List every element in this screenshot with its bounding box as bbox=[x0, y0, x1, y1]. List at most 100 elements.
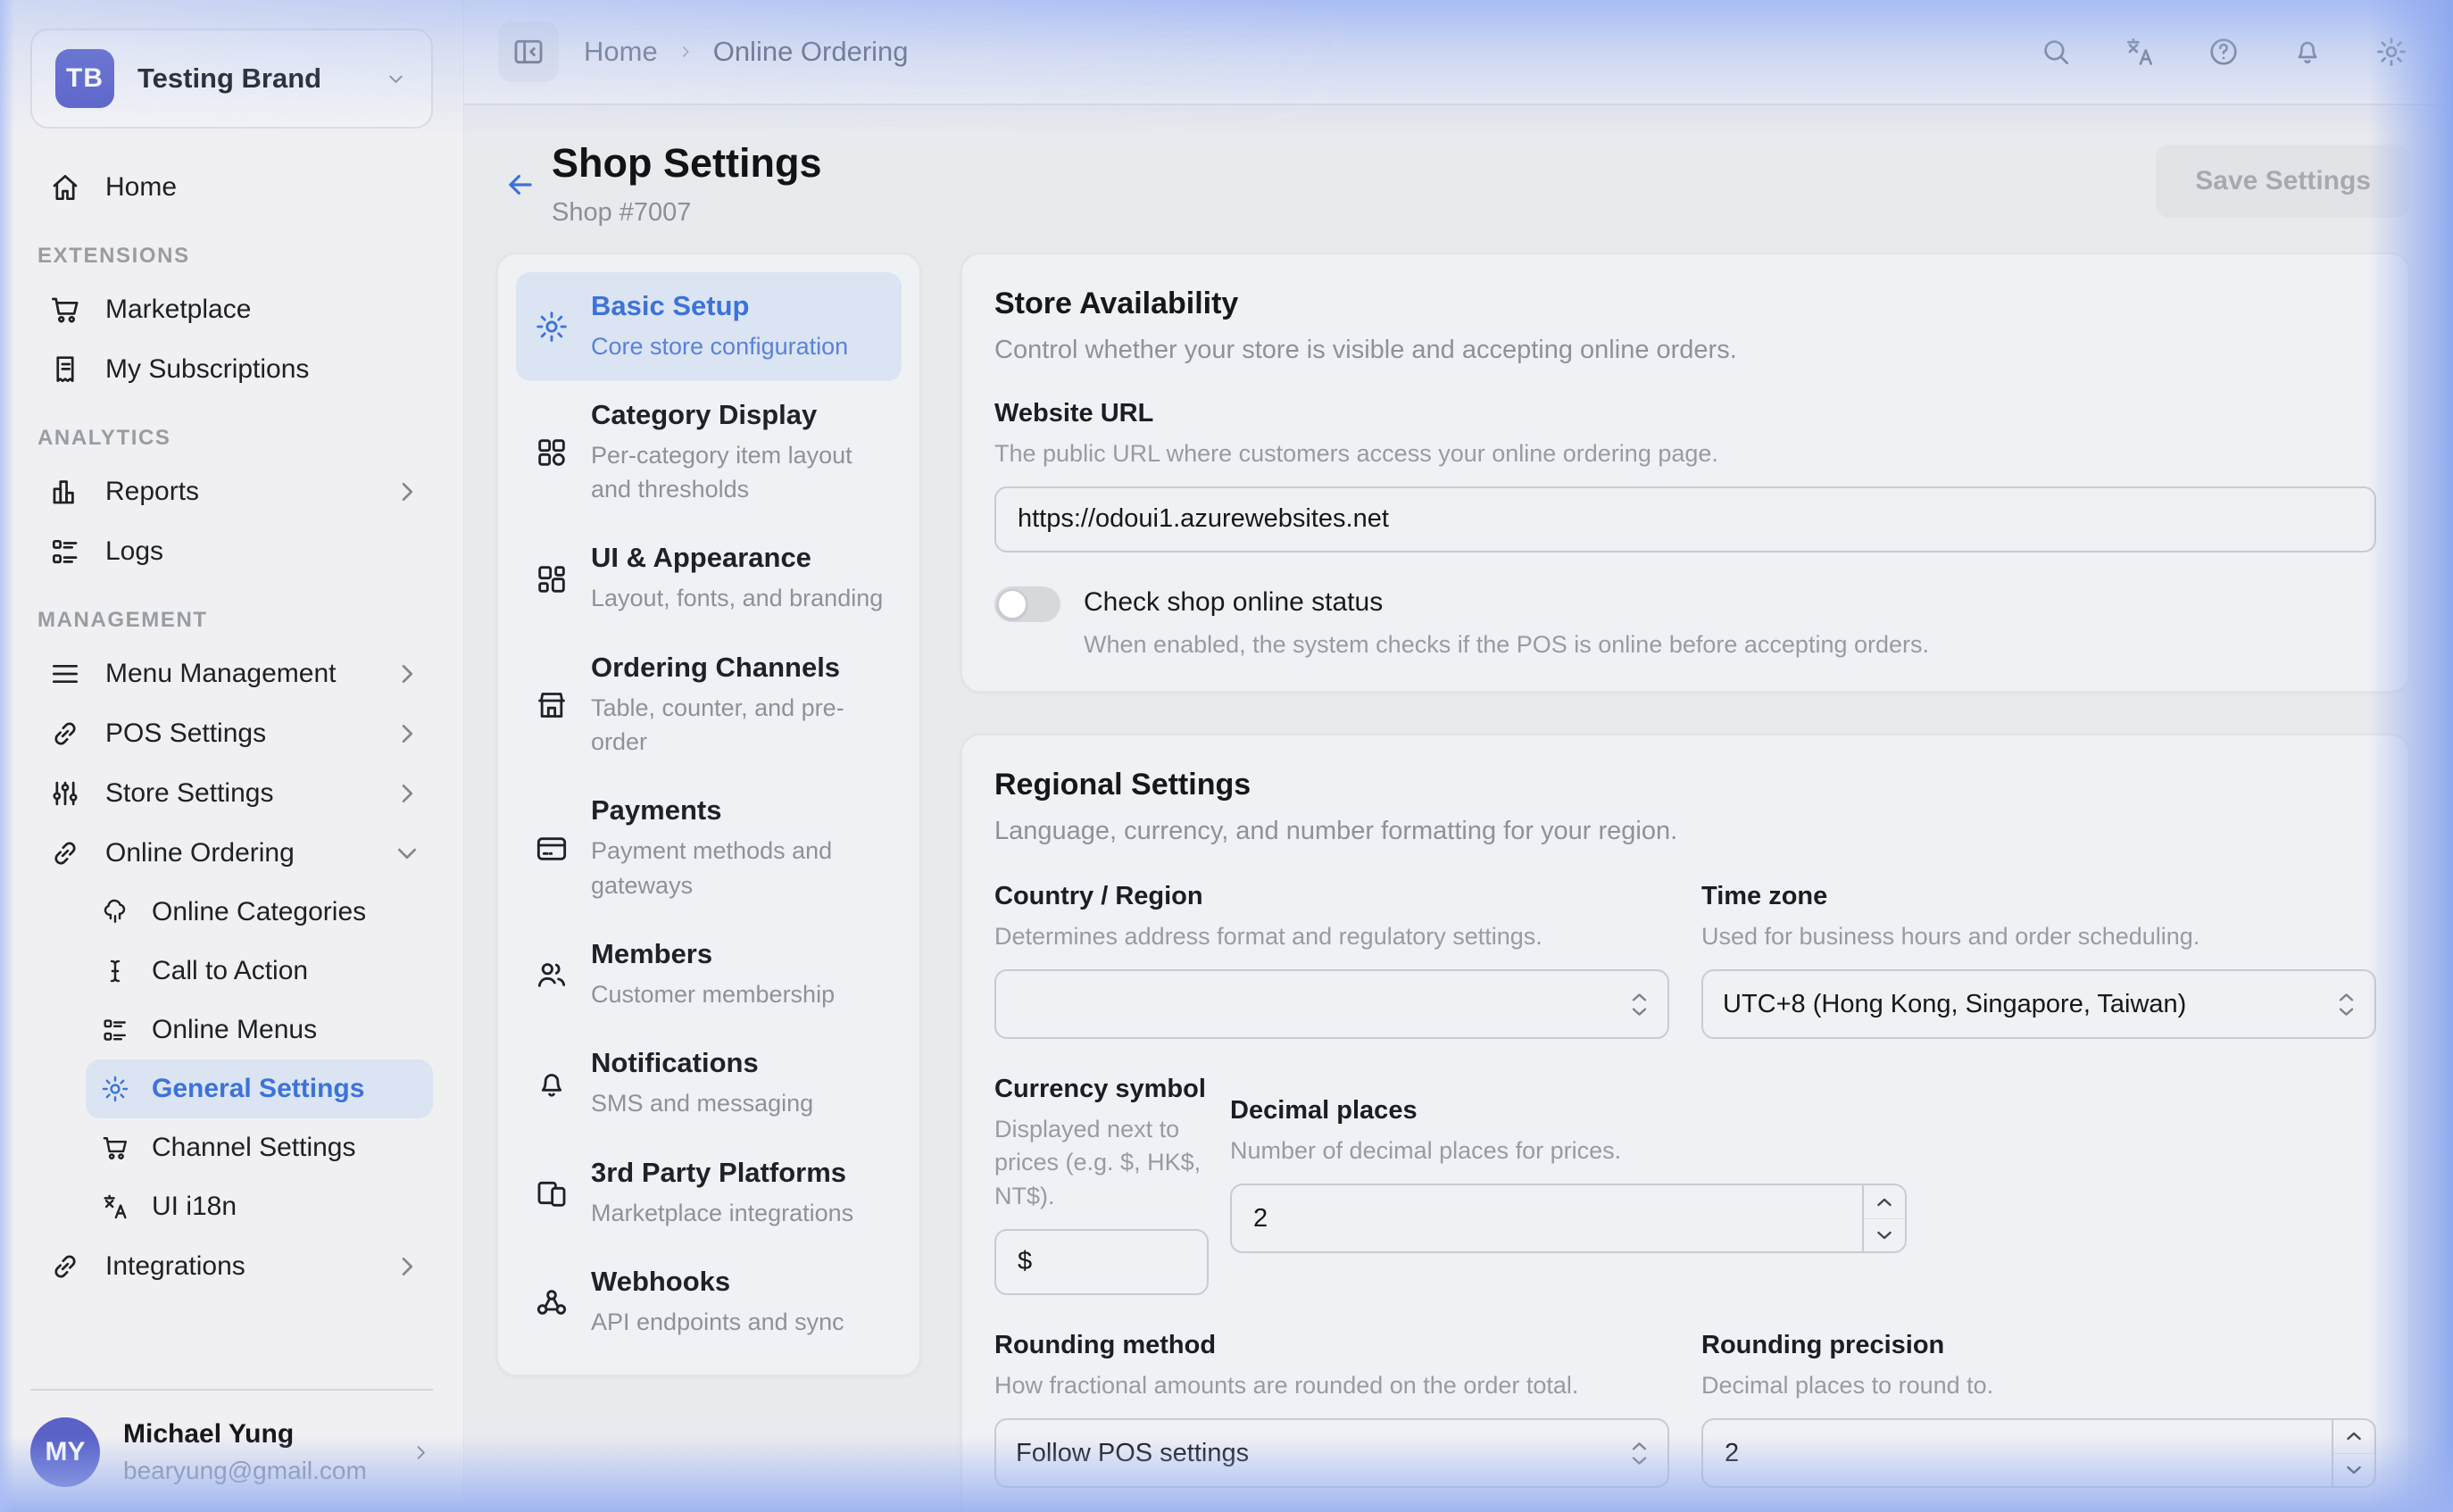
section-analytics: ANALYTICS bbox=[30, 426, 433, 451]
settings-tab-desc: SMS and messaging bbox=[591, 1086, 813, 1120]
number-spinner bbox=[1862, 1185, 1905, 1251]
country-timezone-row: Country / Region Determines address form… bbox=[994, 882, 2376, 1039]
text-cursor-icon bbox=[100, 956, 130, 986]
sidebar-subitem-online-menus[interactable]: Online Menus bbox=[86, 1001, 433, 1059]
spinner-down-button[interactable] bbox=[1864, 1218, 1905, 1252]
settings-tab-3rd-party-platforms[interactable]: 3rd Party Platforms Marketplace integrat… bbox=[516, 1139, 902, 1248]
online-status-toggle[interactable] bbox=[994, 586, 1060, 622]
brand-avatar: TB bbox=[55, 49, 114, 108]
sidebar-item-integrations[interactable]: Integrations bbox=[30, 1236, 433, 1296]
home-icon bbox=[48, 170, 82, 204]
spinner-up-button[interactable] bbox=[1864, 1185, 1905, 1218]
settings-tab-webhooks[interactable]: Webhooks API endpoints and sync bbox=[516, 1248, 902, 1357]
rounding-precision-input[interactable]: 2 bbox=[1701, 1418, 2376, 1488]
settings-tab-title: Members bbox=[591, 938, 835, 970]
settings-tab-category-display[interactable]: Category Display Per-category item layou… bbox=[516, 381, 902, 525]
bell-icon[interactable] bbox=[2291, 35, 2324, 69]
sidebar-collapse-button[interactable] bbox=[498, 21, 559, 82]
card-description: Language, currency, and number formattin… bbox=[994, 817, 2376, 846]
bar-chart-icon bbox=[48, 475, 82, 509]
timezone-select[interactable]: UTC+8 (Hong Kong, Singapore, Taiwan) bbox=[1701, 969, 2376, 1039]
currency-symbol-input[interactable] bbox=[994, 1229, 1209, 1295]
rounding-method-select[interactable]: Follow POS settings bbox=[994, 1418, 1669, 1488]
sidebar-item-my-subscriptions[interactable]: My Subscriptions bbox=[30, 339, 433, 399]
settings-tab-desc: Customer membership bbox=[591, 977, 835, 1011]
settings-tab-title: Basic Setup bbox=[591, 290, 848, 322]
settings-tab-title: Notifications bbox=[591, 1047, 813, 1079]
settings-tab-desc: Table, counter, and pre-order bbox=[591, 691, 884, 760]
settings-tab-payments[interactable]: Payments Payment methods and gateways bbox=[516, 777, 902, 920]
sidebar-item-label: Integrations bbox=[105, 1251, 367, 1282]
content: Shop Settings Shop #7007 Save Settings B… bbox=[464, 105, 2453, 1512]
field-helper: Number of decimal places for prices. bbox=[1230, 1134, 1907, 1167]
card-description: Control whether your store is visible an… bbox=[994, 336, 2376, 365]
gear-icon[interactable] bbox=[2374, 35, 2408, 69]
search-icon[interactable] bbox=[2039, 35, 2073, 69]
currency-decimal-row: Currency symbol Displayed next to prices… bbox=[994, 1075, 2376, 1295]
users-icon bbox=[534, 957, 570, 993]
sidebar-item-pos-settings[interactable]: POS Settings bbox=[30, 703, 433, 763]
settings-tab-ui-appearance[interactable]: UI & Appearance Layout, fonts, and brand… bbox=[516, 524, 902, 633]
rounding-method-field: Rounding method How fractional amounts a… bbox=[994, 1331, 1669, 1488]
breadcrumb-current: Online Ordering bbox=[713, 36, 909, 68]
save-settings-button[interactable]: Save Settings bbox=[2156, 145, 2410, 218]
settings-tab-title: Webhooks bbox=[591, 1266, 844, 1298]
sidebar-subitem-label: Online Menus bbox=[152, 1015, 317, 1045]
settings-tab-members[interactable]: Members Customer membership bbox=[516, 920, 902, 1029]
field-helper: Determines address format and regulatory… bbox=[994, 920, 1669, 953]
spinner-down-button[interactable] bbox=[2333, 1453, 2374, 1487]
sidebar-item-logs[interactable]: Logs bbox=[30, 521, 433, 581]
avatar: MY bbox=[30, 1417, 100, 1487]
timezone-field: Time zone Used for business hours and or… bbox=[1701, 882, 2376, 1039]
spinner-up-button[interactable] bbox=[2333, 1420, 2374, 1453]
sidebar-item-menu-management[interactable]: Menu Management bbox=[30, 644, 433, 703]
settings-tab-desc: Per-category item layout and thresholds bbox=[591, 438, 884, 507]
breadcrumb: Home Online Ordering bbox=[584, 36, 909, 68]
brand-switcher[interactable]: TB Testing Brand bbox=[30, 29, 433, 129]
settings-tab-desc: API endpoints and sync bbox=[591, 1305, 844, 1339]
link-icon bbox=[48, 836, 82, 870]
settings-tab-title: UI & Appearance bbox=[591, 542, 883, 574]
credit-card-icon bbox=[534, 831, 570, 867]
sidebar-item-label: Home bbox=[105, 172, 424, 203]
settings-tab-basic-setup[interactable]: Basic Setup Core store configuration bbox=[516, 272, 902, 381]
sidebar-subitem-general-settings[interactable]: General Settings bbox=[86, 1059, 433, 1118]
sidebar-item-marketplace[interactable]: Marketplace bbox=[30, 279, 433, 339]
sidebar-subitem-channel-settings[interactable]: Channel Settings bbox=[86, 1118, 433, 1177]
card-title: Regional Settings bbox=[994, 768, 2376, 802]
settings-tab-notifications[interactable]: Notifications SMS and messaging bbox=[516, 1029, 902, 1138]
grid-icon bbox=[534, 435, 570, 470]
country-select[interactable] bbox=[994, 969, 1669, 1039]
help-icon[interactable] bbox=[2207, 35, 2241, 69]
user-menu[interactable]: MY Michael Yung bearyung@gmail.com bbox=[30, 1417, 433, 1487]
layout-grid-icon bbox=[534, 561, 570, 597]
field-helper: Used for business hours and order schedu… bbox=[1701, 920, 2376, 953]
translate-icon bbox=[100, 1192, 130, 1222]
chevron-down-icon bbox=[390, 836, 424, 870]
sidebar-subitem-call-to-action[interactable]: Call to Action bbox=[86, 942, 433, 1001]
chevron-down-icon bbox=[384, 67, 408, 91]
settings-tab-ordering-channels[interactable]: Ordering Channels Table, counter, and pr… bbox=[516, 634, 902, 777]
field-label: Rounding precision bbox=[1701, 1331, 2376, 1360]
sidebar-footer: MY Michael Yung bearyung@gmail.com bbox=[0, 1389, 463, 1512]
decimal-places-input[interactable]: 2 bbox=[1230, 1184, 1907, 1253]
translate-icon[interactable] bbox=[2123, 35, 2157, 69]
sidebar-item-online-ordering[interactable]: Online Ordering bbox=[30, 823, 433, 883]
divider bbox=[30, 1389, 433, 1391]
settings-section-nav: Basic Setup Core store configuration Cat… bbox=[496, 253, 921, 1377]
sidebar-item-store-settings[interactable]: Store Settings bbox=[30, 763, 433, 823]
settings-tab-desc: Core store configuration bbox=[591, 329, 848, 363]
sidebar-subitem-label: UI i18n bbox=[152, 1192, 237, 1222]
back-button[interactable] bbox=[503, 168, 537, 204]
website-url-input[interactable] bbox=[994, 486, 2376, 552]
sidebar-subitem-online-categories[interactable]: Online Categories bbox=[86, 883, 433, 942]
online-status-toggle-row: Check shop online status When enabled, t… bbox=[994, 585, 2376, 659]
topbar-icons bbox=[2039, 35, 2408, 69]
settings-tab-title: Payments bbox=[591, 794, 884, 827]
sidebar-item-home[interactable]: Home bbox=[30, 157, 433, 217]
breadcrumb-home[interactable]: Home bbox=[584, 36, 658, 68]
sidebar-item-reports[interactable]: Reports bbox=[30, 461, 433, 521]
settings-tab-desc: Layout, fonts, and branding bbox=[591, 581, 883, 615]
sidebar-subitem-ui-i18n[interactable]: UI i18n bbox=[86, 1177, 433, 1236]
field-label: Currency symbol bbox=[994, 1075, 1209, 1104]
